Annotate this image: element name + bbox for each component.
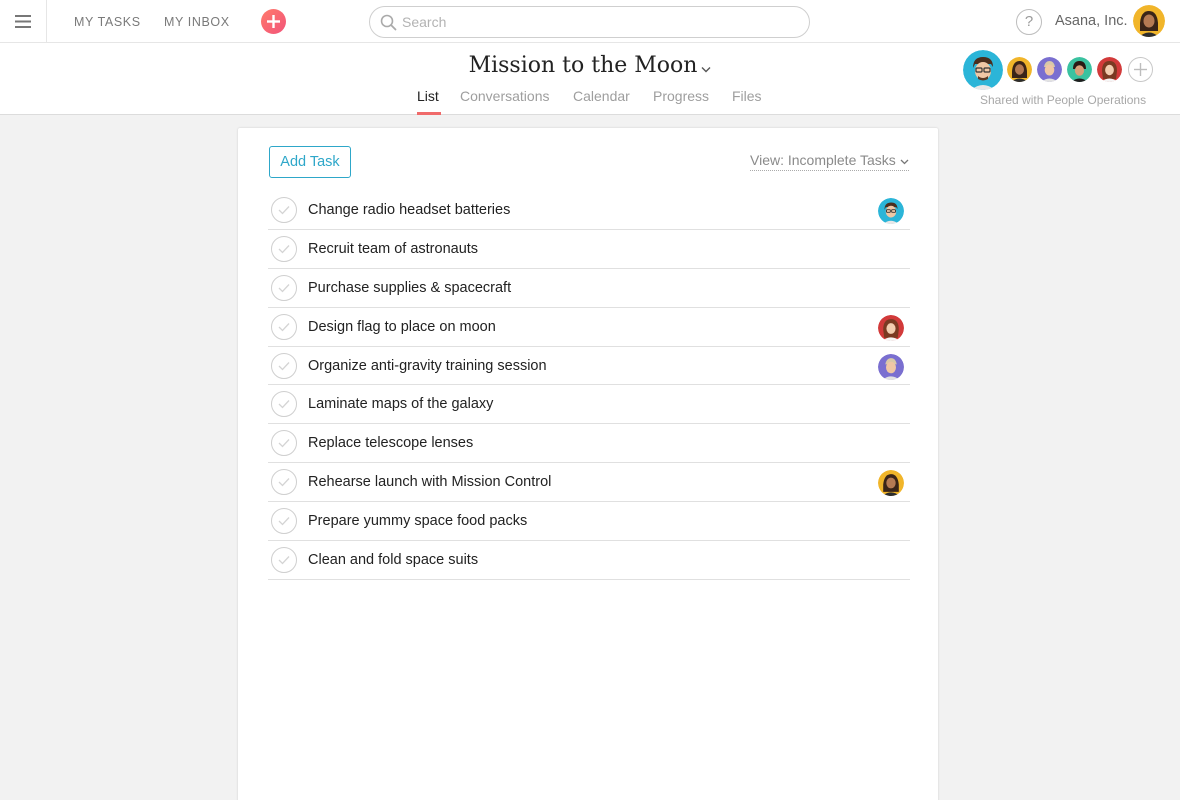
task-row[interactable]: Change radio headset batteries bbox=[268, 191, 910, 230]
complete-task-button[interactable] bbox=[271, 391, 297, 418]
complete-task-button[interactable] bbox=[271, 430, 297, 457]
tab-list[interactable]: List bbox=[417, 88, 439, 104]
task-name[interactable]: Organize anti-gravity training session bbox=[308, 358, 547, 374]
chevron-down-icon bbox=[701, 66, 711, 72]
task-list-panel: Add Task View: Incomplete Tasks Change r… bbox=[238, 128, 938, 800]
shared-with-label: Shared with People Operations bbox=[980, 93, 1147, 107]
search-input[interactable] bbox=[402, 11, 797, 33]
my-tasks-link[interactable]: MY TASKS bbox=[74, 15, 141, 29]
complete-task-button[interactable] bbox=[271, 469, 297, 496]
task-row[interactable]: Prepare yummy space food packs bbox=[268, 502, 910, 542]
checkmark-icon bbox=[278, 206, 290, 215]
project-menu-button[interactable] bbox=[701, 54, 711, 79]
task-row[interactable]: Laminate maps of the galaxy bbox=[268, 385, 910, 425]
tab-calendar[interactable]: Calendar bbox=[573, 88, 630, 104]
view-filter-label: View: Incomplete Tasks bbox=[750, 152, 896, 168]
checkmark-icon bbox=[278, 361, 290, 370]
assignee-avatar[interactable] bbox=[878, 314, 904, 341]
member-avatar[interactable] bbox=[1007, 57, 1032, 82]
project-title: Mission to the Moon bbox=[0, 53, 1180, 79]
checkmark-icon bbox=[278, 244, 290, 254]
tab-progress[interactable]: Progress bbox=[653, 88, 709, 104]
add-member-button[interactable] bbox=[1128, 57, 1153, 82]
task-row[interactable]: Purchase supplies & spacecraft bbox=[268, 269, 910, 308]
member-avatar[interactable] bbox=[1097, 57, 1122, 82]
task-row[interactable]: Replace telescope lenses bbox=[268, 424, 910, 464]
complete-task-button[interactable] bbox=[271, 197, 297, 223]
task-name[interactable]: Laminate maps of the galaxy bbox=[308, 396, 493, 412]
task-row[interactable]: Organize anti-gravity training session bbox=[268, 347, 910, 386]
quick-add-button[interactable] bbox=[261, 9, 286, 34]
chevron-down-icon bbox=[900, 159, 909, 165]
complete-task-button[interactable] bbox=[271, 274, 297, 301]
task-name[interactable]: Replace telescope lenses bbox=[308, 435, 473, 451]
task-name[interactable]: Recruit team of astronauts bbox=[308, 241, 478, 257]
task-name[interactable]: Change radio headset batteries bbox=[308, 202, 510, 218]
task-list: Change radio headset batteries Recruit t… bbox=[268, 191, 910, 580]
checkmark-icon bbox=[278, 439, 290, 448]
search-bar bbox=[369, 6, 810, 38]
member-avatar[interactable] bbox=[963, 50, 1003, 90]
complete-task-button[interactable] bbox=[271, 352, 297, 379]
user-avatar[interactable] bbox=[1133, 5, 1165, 37]
plus-icon bbox=[267, 15, 280, 28]
task-name[interactable]: Design flag to place on moon bbox=[308, 319, 496, 335]
member-avatar[interactable] bbox=[1067, 57, 1092, 82]
help-icon: ? bbox=[1024, 13, 1034, 30]
task-name[interactable]: Clean and fold space suits bbox=[308, 552, 478, 568]
complete-task-button[interactable] bbox=[271, 235, 297, 262]
plus-icon bbox=[1134, 63, 1147, 76]
hamburger-menu-button[interactable] bbox=[0, 0, 47, 43]
tab-conversations[interactable]: Conversations bbox=[460, 88, 550, 104]
assignee-avatar[interactable] bbox=[878, 470, 904, 497]
search-icon bbox=[380, 14, 397, 31]
task-row[interactable]: Design flag to place on moon bbox=[268, 308, 910, 347]
help-button[interactable]: ? bbox=[1016, 9, 1042, 35]
project-title-text: Mission to the Moon bbox=[468, 53, 698, 78]
task-row[interactable]: Rehearse launch with Mission Control bbox=[268, 463, 910, 503]
member-avatar[interactable] bbox=[1037, 57, 1062, 82]
view-filter-dropdown[interactable]: View: Incomplete Tasks bbox=[750, 152, 909, 171]
assignee-avatar[interactable] bbox=[878, 353, 904, 380]
checkmark-icon bbox=[278, 478, 290, 487]
project-header: Mission to the Moon List Conversations C… bbox=[0, 43, 1180, 115]
complete-task-button[interactable] bbox=[271, 508, 297, 535]
add-task-button[interactable]: Add Task bbox=[269, 146, 351, 178]
task-name[interactable]: Purchase supplies & spacecraft bbox=[308, 280, 511, 296]
tab-files[interactable]: Files bbox=[732, 88, 762, 104]
task-name[interactable]: Rehearse launch with Mission Control bbox=[308, 474, 551, 490]
organization-switcher[interactable]: Asana, Inc. bbox=[1055, 13, 1128, 29]
hamburger-icon bbox=[15, 15, 31, 28]
task-row[interactable]: Clean and fold space suits bbox=[268, 541, 910, 580]
task-name[interactable]: Prepare yummy space food packs bbox=[308, 513, 527, 529]
checkmark-icon bbox=[278, 556, 290, 565]
complete-task-button[interactable] bbox=[271, 547, 297, 574]
complete-task-button[interactable] bbox=[271, 313, 297, 340]
assignee-avatar[interactable] bbox=[878, 198, 904, 224]
active-tab-indicator bbox=[417, 112, 441, 115]
task-row[interactable]: Recruit team of astronauts bbox=[268, 230, 910, 269]
checkmark-icon bbox=[278, 322, 290, 332]
checkmark-icon bbox=[278, 283, 290, 293]
checkmark-icon bbox=[278, 400, 290, 409]
my-inbox-link[interactable]: MY INBOX bbox=[164, 15, 230, 29]
checkmark-icon bbox=[278, 517, 290, 526]
top-bar: MY TASKS MY INBOX ? Asana, Inc. bbox=[0, 0, 1180, 43]
